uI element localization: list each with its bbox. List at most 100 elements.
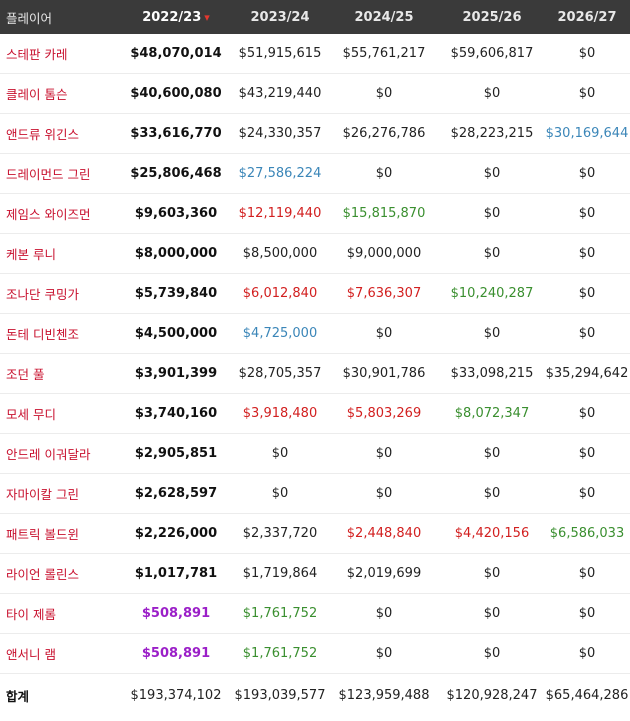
salary-cell-2022-23: $48,070,014 xyxy=(130,46,222,61)
table-row: 모세 무디 $3,740,160 $3,918,480 $5,803,269 $8,07… xyxy=(0,394,630,434)
player-name-link[interactable]: 모세 무디 xyxy=(0,394,120,434)
table-row: 조나단 쿠밍가 $5,739,840 $6,012,840 $7,636,307 $10… xyxy=(0,274,630,314)
player-name-link[interactable]: 클레이 톰슨 xyxy=(0,74,120,114)
salary-cell-2023-24: $28,705,357 xyxy=(238,366,322,381)
salary-cell-2024-25: $0 xyxy=(375,166,393,181)
total-2025-26: $120,928,247 xyxy=(446,688,538,703)
table-row: 라이언 롤린스 $1,017,781 $1,719,864 $2,019,699 $0 $… xyxy=(0,554,630,594)
salary-cell-2023-24: $1,761,752 xyxy=(242,606,318,621)
sort-desc-icon: ▾ xyxy=(204,10,210,24)
salary-cell-2026-27: $0 xyxy=(578,606,596,621)
salary-cell-2024-25: $2,019,699 xyxy=(346,566,422,581)
salary-cell-2024-25: $15,815,870 xyxy=(342,206,426,221)
player-name-link[interactable]: 케본 루니 xyxy=(0,234,120,274)
salary-cell-2023-24: $43,219,440 xyxy=(238,86,322,101)
salary-cell-2026-27: $0 xyxy=(578,166,596,181)
player-name-link[interactable]: 스테판 카레 xyxy=(0,34,120,74)
player-name-link[interactable]: 라이언 롤린스 xyxy=(0,554,120,594)
table-row: 클레이 톰슨 $40,600,080 $43,219,440 $0 $0 $0 xyxy=(0,74,630,114)
player-name-link[interactable]: 제임스 와이즈먼 xyxy=(0,194,120,234)
salary-cell-2023-24: $0 xyxy=(271,486,289,501)
header-year-2023-24[interactable]: 2023/24 xyxy=(232,0,328,34)
salary-cell-2024-25: $55,761,217 xyxy=(342,46,426,61)
salary-cell-2022-23: $8,000,000 xyxy=(134,246,218,261)
table-row: 자마이칼 그린 $2,628,597 $0 $0 $0 $0 xyxy=(0,474,630,514)
salary-cell-2023-24: $1,761,752 xyxy=(242,646,318,661)
table-row: 안드레 이궈달라 $2,905,851 $0 $0 $0 $0 xyxy=(0,434,630,474)
table-row: 스테판 카레 $48,070,014 $51,915,615 $55,761,217 $… xyxy=(0,34,630,74)
salary-cell-2025-26: $0 xyxy=(483,166,501,181)
total-2026-27: $65,464,286 xyxy=(545,688,629,703)
salary-cell-2024-25: $7,636,307 xyxy=(346,286,422,301)
total-2022-23: $193,374,102 xyxy=(130,688,222,703)
salary-cell-2023-24: $4,725,000 xyxy=(242,326,318,341)
player-name-link[interactable]: 패트릭 볼드윈 xyxy=(0,514,120,554)
salary-cell-2026-27: $0 xyxy=(578,566,596,581)
salary-cell-2024-25: $26,276,786 xyxy=(342,126,426,141)
salary-table: 플레이어 2022/23 ▾ 2023/24 2024/25 2025/26 2… xyxy=(0,0,630,717)
table-row: 드레이먼드 그린 $25,806,468 $27,586,224 $0 $0 $0 xyxy=(0,154,630,194)
salary-cell-2022-23: $25,806,468 xyxy=(130,166,222,181)
header-player[interactable]: 플레이어 xyxy=(0,0,120,34)
table-row: 돈테 디빈첸조 $4,500,000 $4,725,000 $0 $0 $0 xyxy=(0,314,630,354)
salary-cell-2024-25: $30,901,786 xyxy=(342,366,426,381)
salary-cell-2023-24: $1,719,864 xyxy=(242,566,318,581)
salary-cell-2026-27: $6,586,033 xyxy=(549,526,625,541)
salary-cell-2025-26: $8,072,347 xyxy=(454,406,530,421)
player-name-link[interactable]: 돈테 디빈첸조 xyxy=(0,314,120,354)
salary-cell-2026-27: $35,294,642 xyxy=(545,366,629,381)
header-year-2026-27[interactable]: 2026/27 xyxy=(544,0,630,34)
header-year-label: 2022/23 xyxy=(142,9,202,25)
header-year-2024-25[interactable]: 2024/25 xyxy=(328,0,440,34)
salary-cell-2022-23: $2,628,597 xyxy=(134,486,218,501)
salary-cell-2024-25: $2,448,840 xyxy=(346,526,422,541)
salary-cell-2024-25: $0 xyxy=(375,446,393,461)
header-year-2025-26[interactable]: 2025/26 xyxy=(440,0,544,34)
player-name-link[interactable]: 안드레 이궈달라 xyxy=(0,434,120,474)
player-name-link[interactable]: 조나단 쿠밍가 xyxy=(0,274,120,314)
salary-cell-2022-23: $508,891 xyxy=(141,646,211,661)
salary-cell-2023-24: $51,915,615 xyxy=(238,46,322,61)
salary-cell-2022-23: $1,017,781 xyxy=(134,566,218,581)
salary-cell-2026-27: $0 xyxy=(578,326,596,341)
salary-cell-2024-25: $0 xyxy=(375,86,393,101)
salary-cell-2025-26: $0 xyxy=(483,486,501,501)
salary-cell-2026-27: $0 xyxy=(578,486,596,501)
table-row: 앤드류 위긴스 $33,616,770 $24,330,357 $26,276,786… xyxy=(0,114,630,154)
table-row: 타이 제롬 $508,891 $1,761,752 $0 $0 $0 xyxy=(0,594,630,634)
header-year-2022-23[interactable]: 2022/23 ▾ xyxy=(120,0,232,34)
salary-cell-2022-23: $2,226,000 xyxy=(134,526,218,541)
salary-cell-2025-26: $4,420,156 xyxy=(454,526,530,541)
table-body: 스테판 카레 $48,070,014 $51,915,615 $55,761,217 $… xyxy=(0,34,630,674)
table-row: 조던 풀 $3,901,399 $28,705,357 $30,901,786 $33,… xyxy=(0,354,630,394)
salary-cell-2022-23: $5,739,840 xyxy=(134,286,218,301)
salary-cell-2022-23: $40,600,080 xyxy=(130,86,222,101)
total-row: 합계 $193,374,102 $193,039,577 $123,959,48… xyxy=(0,674,630,717)
salary-cell-2023-24: $6,012,840 xyxy=(242,286,318,301)
salary-cell-2026-27: $0 xyxy=(578,246,596,261)
salary-cell-2026-27: $0 xyxy=(578,646,596,661)
salary-cell-2025-26: $0 xyxy=(483,206,501,221)
salary-cell-2024-25: $0 xyxy=(375,326,393,341)
player-name-link[interactable]: 타이 제롬 xyxy=(0,594,120,634)
total-label: 합계 xyxy=(6,689,30,704)
total-2024-25: $123,959,488 xyxy=(338,688,430,703)
player-name-link[interactable]: 조던 풀 xyxy=(0,354,120,394)
player-name-link[interactable]: 앤서니 램 xyxy=(0,634,120,674)
salary-cell-2024-25: $9,000,000 xyxy=(346,246,422,261)
salary-cell-2022-23: $9,603,360 xyxy=(134,206,218,221)
salary-cell-2025-26: $10,240,287 xyxy=(450,286,534,301)
salary-cell-2023-24: $24,330,357 xyxy=(238,126,322,141)
salary-cell-2022-23: $3,901,399 xyxy=(134,366,218,381)
salary-cell-2025-26: $0 xyxy=(483,646,501,661)
salary-cell-2022-23: $33,616,770 xyxy=(130,126,222,141)
player-name-link[interactable]: 자마이칼 그린 xyxy=(0,474,120,514)
table-row: 앤서니 램 $508,891 $1,761,752 $0 $0 $0 xyxy=(0,634,630,674)
player-name-link[interactable]: 드레이먼드 그린 xyxy=(0,154,120,194)
salary-cell-2026-27: $30,169,644 xyxy=(545,126,629,141)
salary-cell-2026-27: $0 xyxy=(578,86,596,101)
player-name-link[interactable]: 앤드류 위긴스 xyxy=(0,114,120,154)
salary-cell-2025-26: $0 xyxy=(483,326,501,341)
salary-cell-2025-26: $59,606,817 xyxy=(450,46,534,61)
table-row: 제임스 와이즈먼 $9,603,360 $12,119,440 $15,815,870… xyxy=(0,194,630,234)
